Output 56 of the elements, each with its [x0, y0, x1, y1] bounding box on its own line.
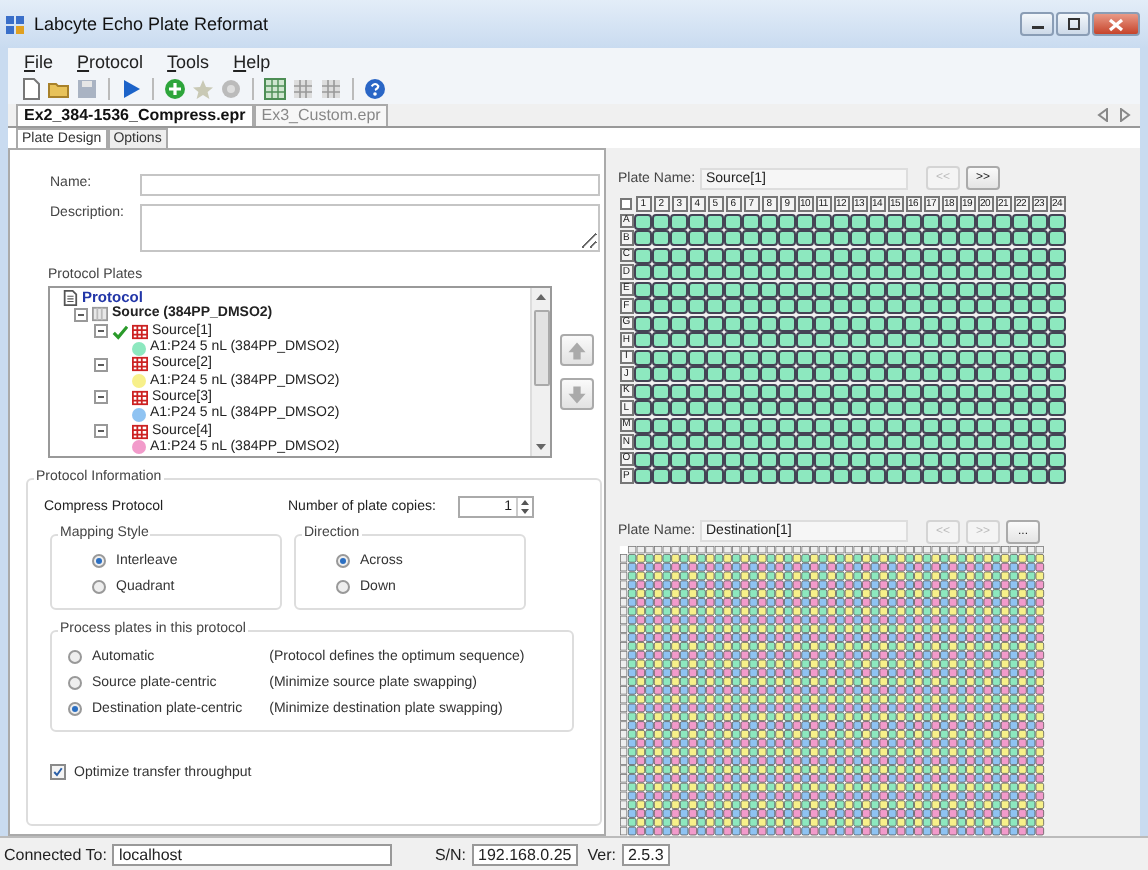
collapse-icon[interactable] [94, 324, 108, 339]
close-button[interactable] [1092, 12, 1140, 36]
scroll-left-icon[interactable] [1096, 108, 1110, 122]
window-title: Labcyte Echo Plate Reformat [34, 14, 271, 34]
plate-icon [132, 323, 148, 340]
scrollbar[interactable] [530, 288, 550, 456]
plate-icon [132, 356, 148, 373]
serial-field: 192.168.0.25 [472, 843, 578, 865]
close-icon[interactable] [1108, 17, 1124, 31]
version-field: 2.5.3 [621, 843, 670, 865]
status-label: Connected To: [4, 845, 107, 863]
app-icon [4, 13, 26, 35]
radio-button[interactable] [68, 702, 82, 716]
document-icon [62, 290, 78, 307]
radio-button[interactable] [336, 580, 350, 594]
checkbox[interactable] [50, 764, 66, 780]
play-icon[interactable] [120, 78, 142, 100]
header-corner [620, 197, 632, 211]
maximize-icon[interactable] [1065, 18, 1081, 30]
menu-item[interactable]: Protocol [77, 51, 144, 71]
spin-arrows-icon[interactable] [516, 498, 532, 516]
document-tab[interactable]: Ex2_384-1536_Compress.epr [16, 104, 254, 126]
host-field: localhost [112, 843, 393, 865]
plate-icon [92, 306, 108, 323]
status-label: S/N: [434, 845, 467, 863]
scroll-right-icon[interactable] [1118, 108, 1132, 122]
grid-icon[interactable] [264, 78, 286, 100]
radio-button[interactable] [92, 554, 106, 568]
menu-item[interactable]: File [24, 51, 54, 71]
menu-item[interactable]: Tools [167, 51, 210, 71]
collapse-icon[interactable] [94, 357, 108, 372]
radio-button[interactable] [68, 676, 82, 690]
plate-icon [132, 423, 148, 440]
collapse-icon[interactable] [74, 307, 88, 322]
status-label: Ver: [587, 845, 616, 863]
scroll-down-icon[interactable] [534, 440, 548, 454]
arrow-down-icon [566, 383, 588, 405]
collapse-icon[interactable] [94, 390, 108, 405]
plate-map-drawing[interactable] [618, 546, 1046, 837]
folder-icon[interactable] [48, 78, 70, 100]
minimize-button[interactable] [1020, 12, 1054, 36]
menu-item[interactable]: Help [233, 51, 271, 71]
radio-button[interactable] [92, 580, 106, 594]
description-field[interactable] [140, 204, 600, 252]
radio-button[interactable] [336, 554, 350, 568]
collapse-icon[interactable] [94, 424, 108, 439]
new-file-icon[interactable] [20, 78, 42, 100]
name-field[interactable] [140, 174, 600, 196]
plate-icon [132, 389, 148, 406]
arrow-up-icon [566, 339, 588, 361]
maximize-button[interactable] [1056, 12, 1090, 36]
help-icon[interactable] [364, 78, 386, 100]
radio-button[interactable] [68, 650, 82, 664]
add-icon[interactable] [164, 78, 186, 100]
star-icon[interactable] [192, 78, 214, 100]
scroll-up-icon[interactable] [534, 290, 548, 304]
